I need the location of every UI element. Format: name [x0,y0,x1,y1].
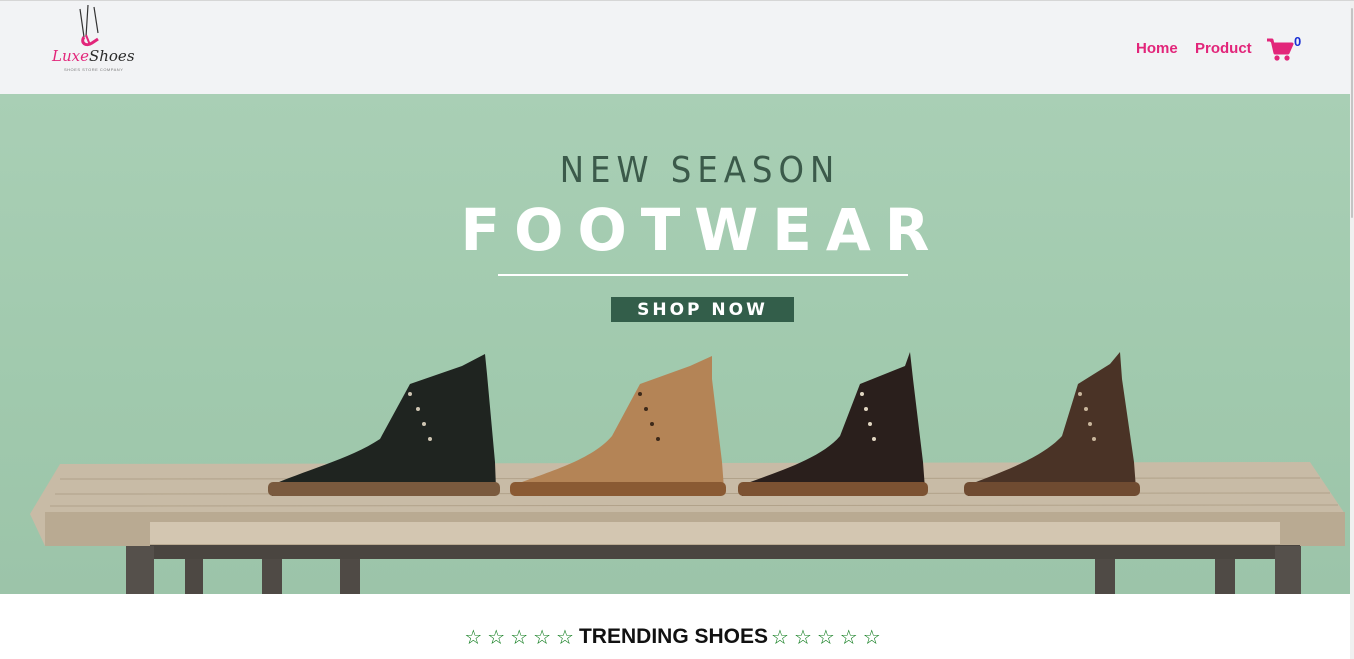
trending-heading: ☆☆☆☆☆ TRENDING SHOES ☆☆☆☆☆ [0,620,1350,654]
nav-link-product[interactable]: Product [1195,40,1252,57]
hero-kicker: NEW SEASON [559,150,841,191]
hero-banner: NEW SEASON FOOTWEAR SHOP NOW [0,94,1350,594]
brand-wordmark: LuxeShoes [52,47,135,65]
nav-home: Home [1136,37,1178,59]
hero-divider [498,274,908,276]
cart-button[interactable] [1266,37,1294,63]
brand-tagline: SHOES STORE COMPANY [64,67,124,72]
brand-logo[interactable]: LuxeShoes SHOES STORE COMPANY [50,3,140,75]
high-heel-icon [79,4,99,47]
boot-tan [510,356,726,496]
hero-title: FOOTWEAR [460,196,944,264]
star-icon-row-right: ☆☆☆☆☆ [771,625,886,649]
scrollbar-thumb[interactable] [1351,8,1353,218]
nav-link-home[interactable]: Home [1136,40,1178,57]
boot-black [268,354,500,496]
navbar: LuxeShoes SHOES STORE COMPANY Home Produ… [0,1,1350,94]
nav-product: Product [1195,37,1252,59]
cart-count-badge: 0 [1294,34,1302,49]
shop-now-button[interactable]: SHOP NOW [611,297,794,322]
star-icon-row-left: ☆☆☆☆☆ [464,625,579,649]
shopping-cart-icon [1267,38,1294,61]
trending-title: TRENDING SHOES [578,625,769,648]
